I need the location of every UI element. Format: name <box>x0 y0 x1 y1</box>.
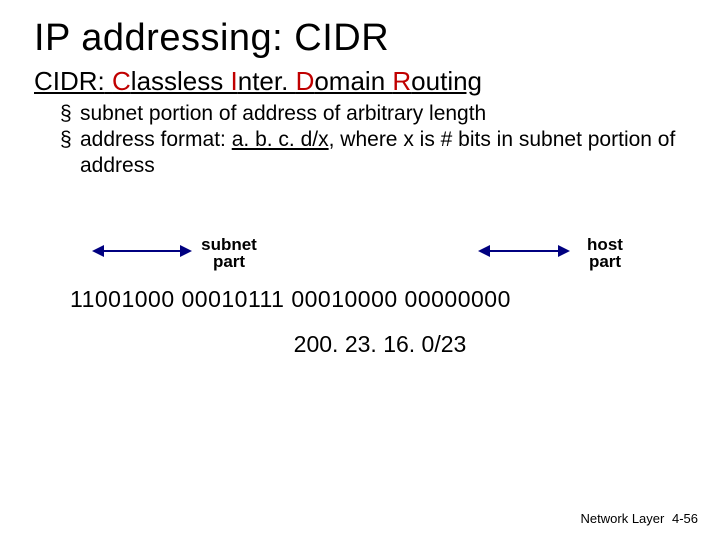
cidr-example: 200. 23. 16. 0/23 <box>74 331 686 358</box>
footer-page: 4-56 <box>672 511 698 526</box>
subtitle-r-rest: outing <box>411 66 482 96</box>
footer-section: Network Layer <box>581 511 665 526</box>
arrow-head-icon <box>558 245 570 257</box>
subtitle-c-rest: lassless <box>131 66 231 96</box>
subtitle-prefix: CIDR: <box>34 66 105 96</box>
slide-footer: Network Layer 4-56 <box>581 511 698 526</box>
subtitle-d-rest: omain <box>314 66 392 96</box>
subnet-arrow <box>94 250 190 252</box>
bullet-item: address format: a. b. c. d/x, where x is… <box>60 127 686 180</box>
subnet-label-l2: part <box>213 252 245 271</box>
subnet-label: subnet part <box>194 236 264 270</box>
subtitle-c: C <box>112 66 131 96</box>
subtitle-r: R <box>392 66 411 96</box>
arrow-head-icon <box>180 245 192 257</box>
bullet-list: subnet portion of address of arbitrary l… <box>60 101 686 180</box>
slide: IP addressing: CIDR CIDR: Classless Inte… <box>0 0 720 540</box>
host-arrow <box>480 250 568 252</box>
bullet-text: subnet portion of address of arbitrary l… <box>80 102 486 125</box>
slide-subtitle: CIDR: Classless Inter. Domain Routing <box>34 66 686 97</box>
cidr-diagram: subnet part host part 11001000 00010111 … <box>34 236 686 358</box>
subtitle-d: D <box>296 66 315 96</box>
subtitle-i-rest: nter. <box>238 66 296 96</box>
bullet-item: subnet portion of address of arbitrary l… <box>60 101 686 127</box>
bullet-text-pre: address format: <box>80 128 232 151</box>
host-label-l2: part <box>589 252 621 271</box>
slide-title: IP addressing: CIDR <box>34 18 686 60</box>
binary-bits: 11001000 00010111 00010000 00000000 <box>70 286 686 313</box>
arrow-head-icon <box>92 245 104 257</box>
arrow-row: subnet part host part <box>94 236 686 286</box>
arrow-head-icon <box>478 245 490 257</box>
host-label: host part <box>570 236 640 270</box>
subtitle-i: I <box>231 66 238 96</box>
bullet-format: a. b. c. d/x <box>232 128 329 151</box>
